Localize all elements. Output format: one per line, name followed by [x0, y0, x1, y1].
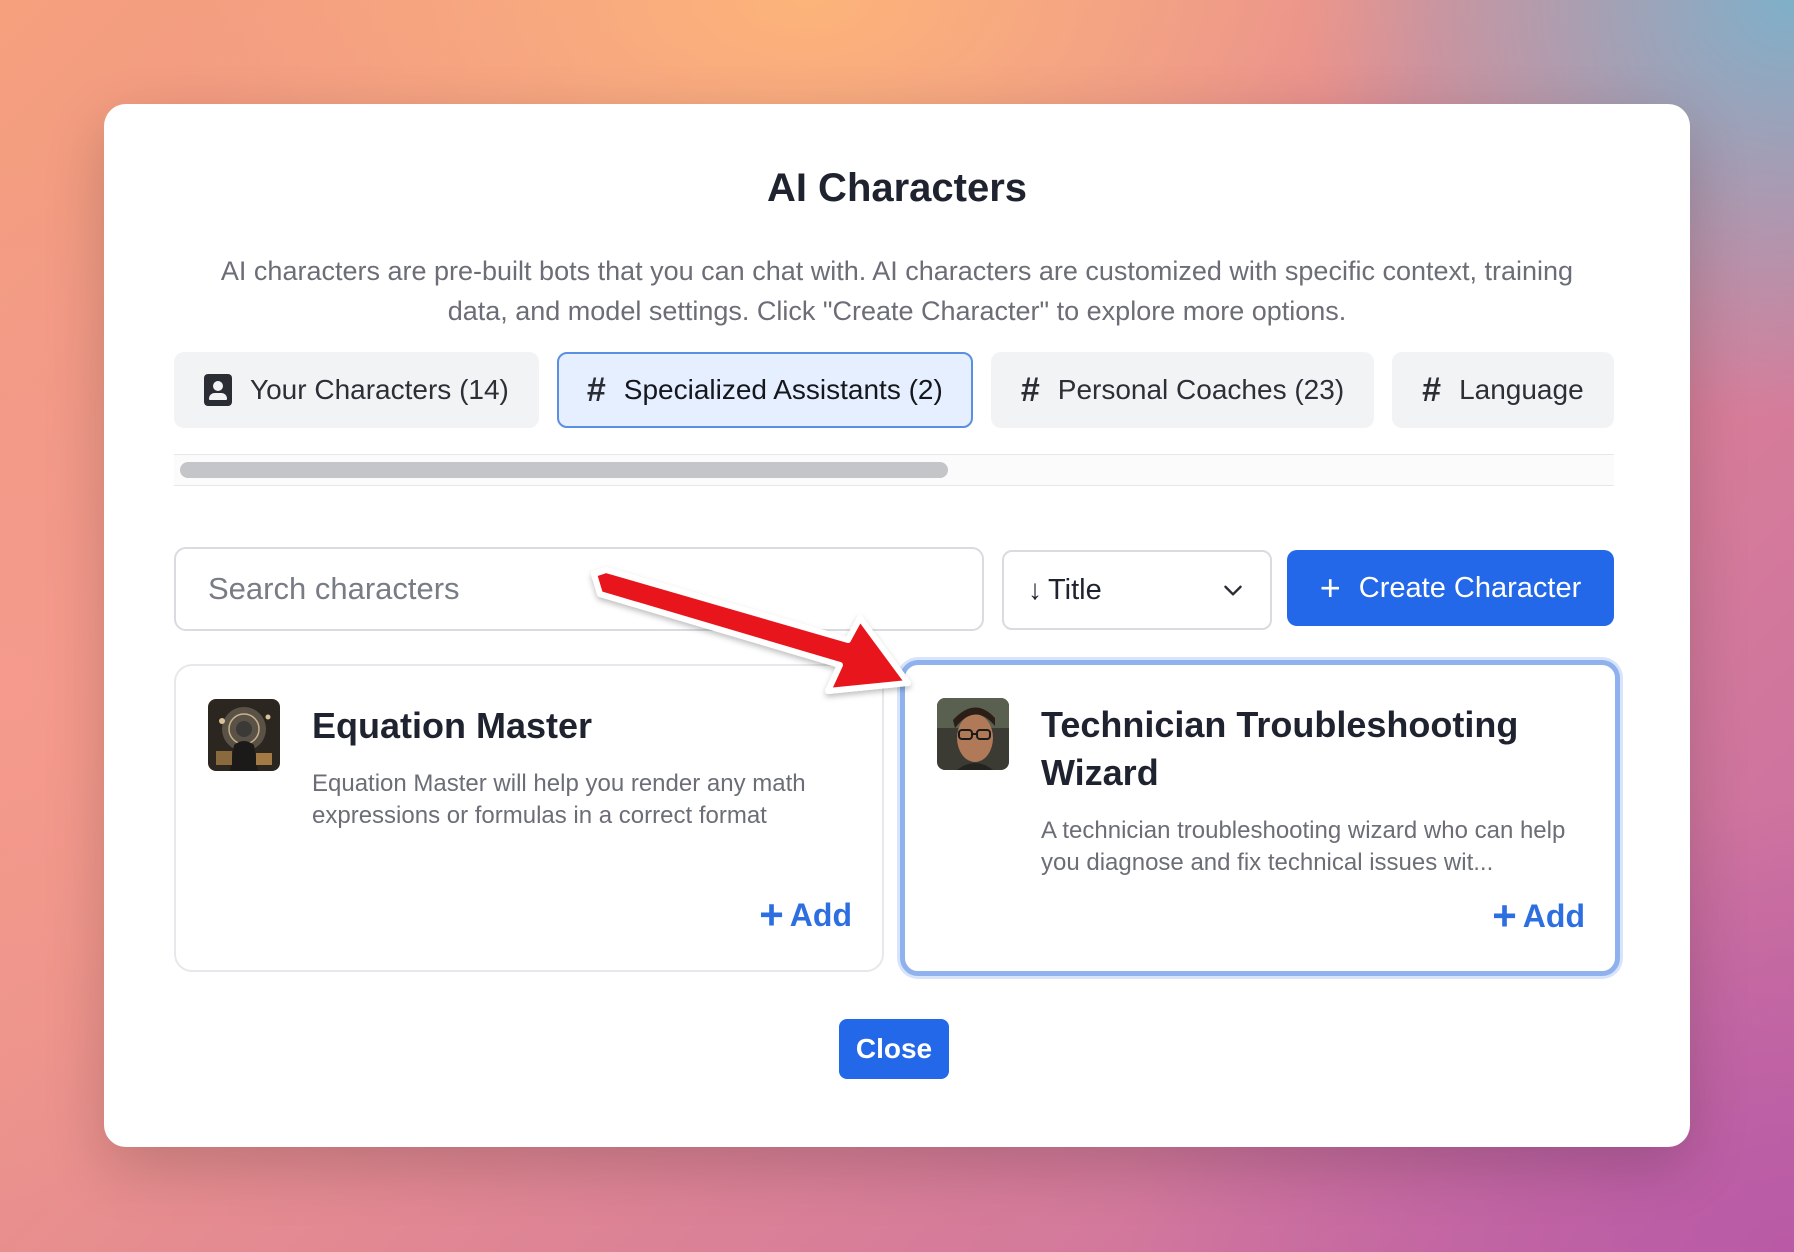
add-character-button[interactable]: + Add [759, 894, 852, 936]
modal-description: AI characters are pre-built bots that yo… [220, 256, 1574, 326]
tab-personal-coaches[interactable]: # Personal Coaches (23) [990, 352, 1375, 428]
tab-label: Your Characters (14) [250, 374, 509, 405]
tab-language[interactable]: # Language [1392, 352, 1614, 428]
ai-characters-modal: AI Characters AI characters are pre-buil… [104, 104, 1690, 1147]
tab-label: Personal Coaches (23) [1057, 374, 1345, 405]
character-name: Equation Master [312, 705, 593, 746]
modal-title: AI Characters [766, 166, 1028, 210]
chevron-down-icon [1224, 585, 1242, 596]
add-character-button[interactable]: + Add [1492, 895, 1585, 937]
tab-your-characters[interactable]: Your Characters (14) [174, 352, 539, 428]
tab-specialized-assistants[interactable]: # Specialized Assistants (2) [556, 352, 973, 428]
create-character-label: Create Character [1358, 571, 1582, 604]
character-description: A technician troubleshooting wizard who … [1041, 817, 1566, 876]
character-name: Technician Troubleshooting Wizard [1041, 704, 1519, 793]
sort-arrow-down-icon: ↓ [1028, 574, 1042, 605]
hash-icon: # [586, 370, 606, 409]
plus-icon: + [759, 891, 784, 938]
contact-icon [204, 374, 232, 406]
search-input[interactable] [174, 547, 984, 631]
plus-icon: + [1319, 567, 1341, 608]
tab-label: Language [1459, 374, 1584, 405]
scrollbar-thumb[interactable] [180, 462, 948, 478]
plus-icon: + [1492, 892, 1517, 939]
character-description: Equation Master will help you render any… [312, 770, 806, 829]
hash-icon: # [1422, 370, 1442, 409]
add-label: Add [789, 896, 852, 933]
sort-label: Title [1048, 573, 1102, 606]
hash-icon: # [1020, 370, 1040, 409]
tab-label: Specialized Assistants (2) [623, 374, 943, 405]
character-card-equation-master[interactable]: Equation Master Equation Master will hel… [174, 664, 884, 972]
character-card-technician-troubleshooting-wizard[interactable]: Technician Troubleshooting Wizard A tech… [900, 660, 1620, 976]
avatar [937, 698, 1009, 770]
avatar [208, 699, 280, 771]
create-character-button[interactable]: + Create Character [1287, 550, 1614, 626]
add-label: Add [1522, 897, 1585, 934]
category-tabs: Your Characters (14) # Specialized Assis… [174, 352, 1614, 430]
close-button[interactable]: Close [839, 1019, 949, 1079]
sort-select[interactable]: ↓ Title [1002, 550, 1272, 630]
tabs-scrollbar[interactable] [174, 454, 1614, 486]
